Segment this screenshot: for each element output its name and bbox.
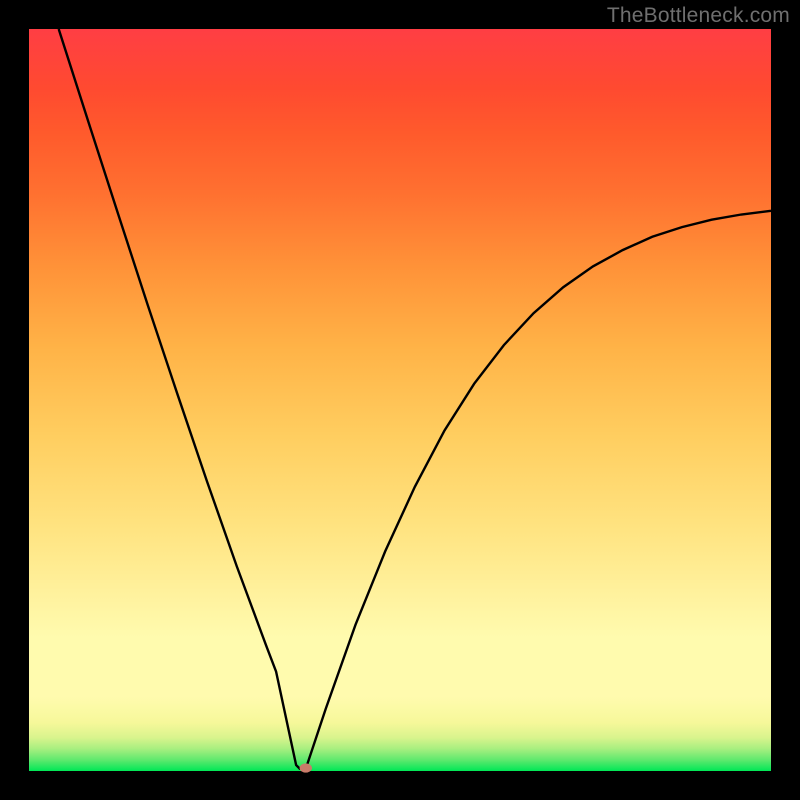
optimal-point-marker <box>300 763 312 772</box>
attribution-text: TheBottleneck.com <box>607 4 790 28</box>
plot-area <box>29 29 771 771</box>
bottleneck-curve <box>59 29 771 769</box>
chart-svg <box>29 29 771 771</box>
